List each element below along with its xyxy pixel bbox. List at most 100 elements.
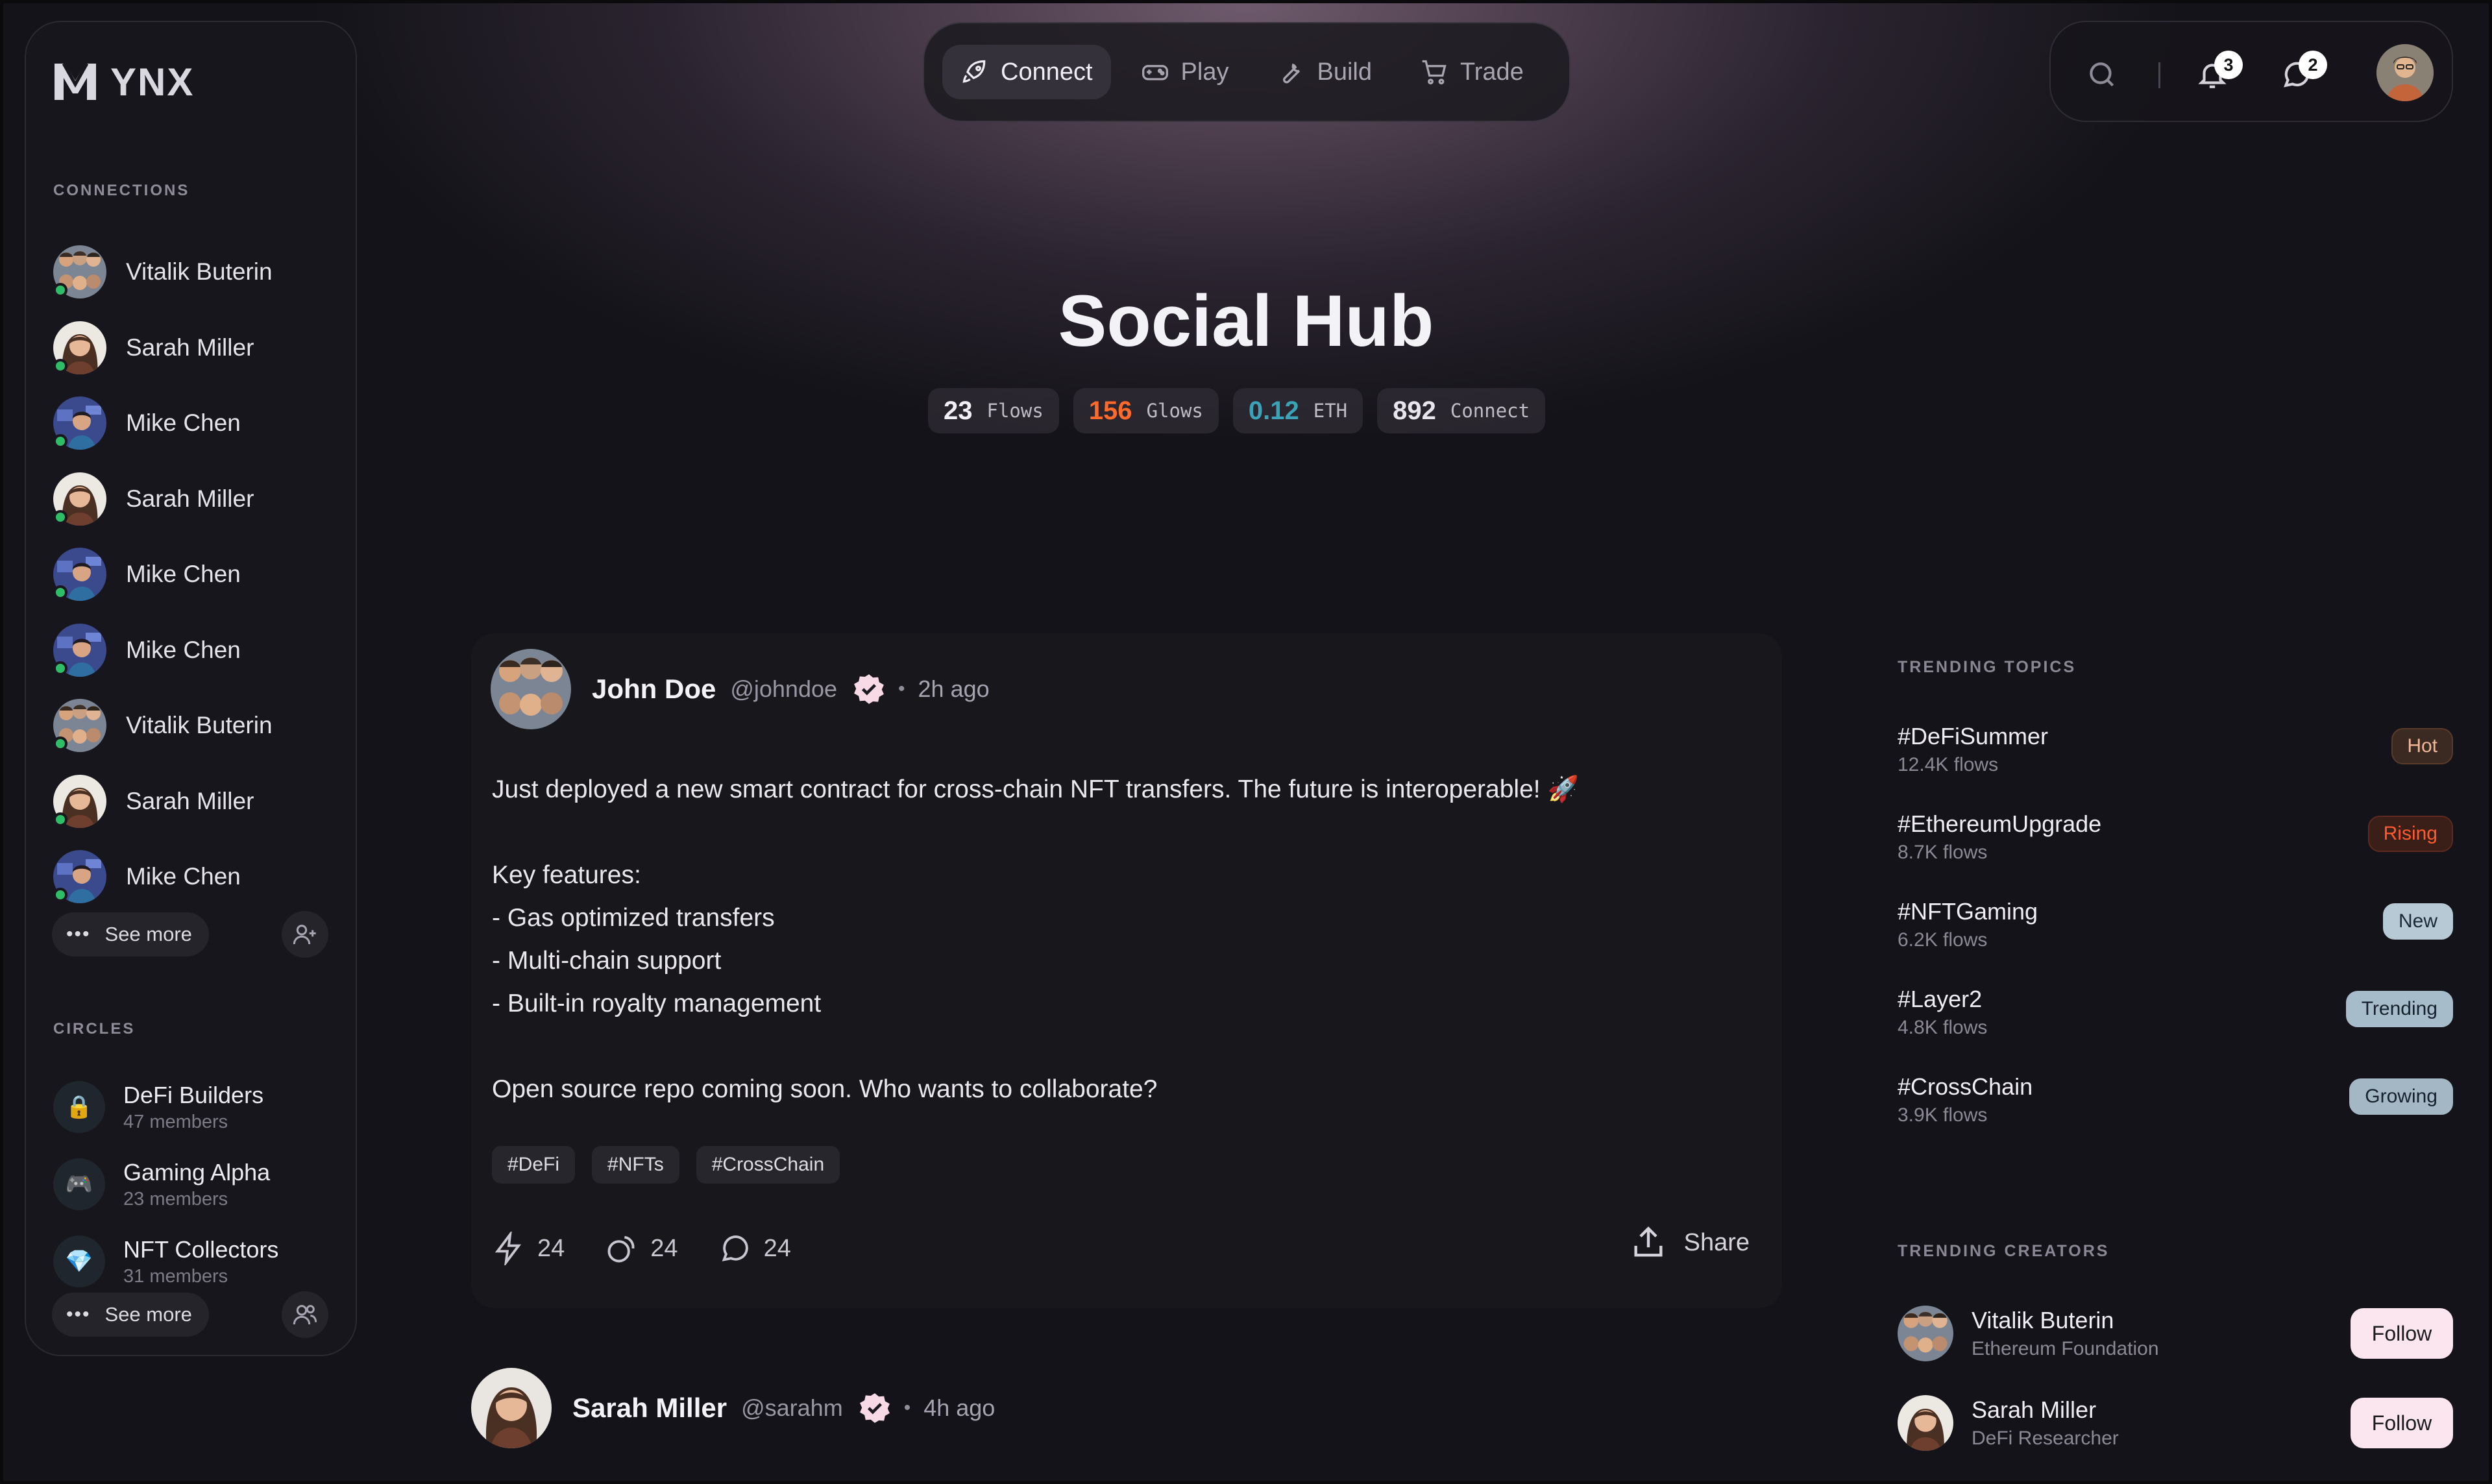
trending-topic[interactable]: #DeFiSummer 12.4K flows Hot [1898, 723, 2453, 776]
lightning-icon [495, 1232, 522, 1265]
logo-text: YNX [110, 60, 195, 104]
post2-author-avatar[interactable] [471, 1368, 552, 1448]
tab-trade[interactable]: Trade [1402, 45, 1542, 99]
connection-item[interactable]: Vitalik Buterin [53, 699, 273, 752]
trending-topics-label: TRENDING TOPICS [1898, 658, 2077, 676]
connection-item[interactable]: Mike Chen [53, 623, 241, 677]
see-more-label: See more [104, 923, 192, 945]
follow-button[interactable]: Follow [2351, 1308, 2453, 1359]
post-tag[interactable]: #DeFi [492, 1146, 576, 1184]
more-dots-icon: ••• [66, 923, 91, 945]
trending-topic[interactable]: #CrossChain 3.9K flows Growing [1898, 1073, 2453, 1126]
connections-see-more-button[interactable]: ••• See more [52, 912, 209, 956]
glow-button[interactable]: 24 [492, 1232, 565, 1265]
connection-item[interactable]: Sarah Miller [53, 774, 254, 828]
creator-name[interactable]: Sarah Miller [1972, 1396, 2119, 1424]
tab-build[interactable]: Build [1258, 45, 1390, 99]
topic-badge: Rising [2367, 816, 2453, 852]
toolbar-divider [2158, 62, 2160, 88]
circle-name: Gaming Alpha [123, 1158, 271, 1186]
stat-value: 0.12 [1248, 396, 1299, 425]
online-status-dot [53, 736, 67, 751]
page-title: Social Hub [1058, 280, 1434, 361]
sidebar: YNX CONNECTIONS Vitalik Buterin Sarah Mi… [25, 21, 357, 1356]
add-connection-button[interactable] [282, 911, 328, 958]
stats-bar: 23 Flows 156 Glows 0.12 ETH 892 Connect [928, 388, 1546, 433]
creator-name[interactable]: Vitalik Buterin [1972, 1307, 2159, 1334]
wrench-icon [1283, 63, 1301, 84]
post-timestamp: 2h ago [918, 675, 990, 702]
connection-item[interactable]: Mike Chen [53, 548, 241, 601]
comment-count: 24 [763, 1234, 791, 1262]
search-icon[interactable] [2086, 58, 2118, 91]
post-tag[interactable]: #CrossChain [696, 1146, 840, 1184]
follow-button[interactable]: Follow [2351, 1398, 2453, 1448]
trending-topic[interactable]: #EthereumUpgrade 8.7K flows Rising [1898, 810, 2453, 864]
post-card: John Doe @johndoe • 2h ago Just deployed… [471, 633, 1782, 1308]
topic-tag: #NFTGaming [1898, 898, 2038, 925]
online-status-dot [53, 812, 67, 827]
post-author-name[interactable]: John Doe [592, 674, 716, 705]
post-author-handle[interactable]: @johndoe [730, 675, 837, 703]
connection-name: Mike Chen [126, 561, 241, 587]
stat-label: Flows [986, 400, 1044, 422]
user-avatar-icon [2376, 44, 2434, 101]
creator-avatar[interactable] [1898, 1306, 1953, 1361]
post-author-avatar[interactable] [491, 649, 571, 729]
online-status-dot [53, 585, 67, 600]
notifications-button[interactable]: 3 [2196, 51, 2243, 91]
connection-avatar [53, 472, 106, 526]
separator-dot: • [903, 1397, 911, 1418]
gamepad-icon [1142, 65, 1168, 80]
verified-badge-icon [854, 674, 884, 704]
cart-icon [1422, 60, 1447, 85]
repost-button[interactable]: 24 [605, 1232, 678, 1265]
online-status-dot [53, 661, 67, 675]
circle-item[interactable]: 💎 NFT Collectors 31 members [53, 1235, 278, 1287]
user-plus-icon [293, 925, 316, 945]
connection-item[interactable]: Mike Chen [53, 850, 241, 903]
stat-chip: 892 Connect [1377, 388, 1546, 433]
messages-button[interactable]: 2 [2280, 51, 2327, 91]
post2-author-handle[interactable]: @sarahm [741, 1394, 843, 1422]
circle-icon: 💎 [53, 1235, 105, 1287]
circle-member-count: 47 members [123, 1111, 228, 1132]
topic-badge: Hot [2391, 728, 2453, 764]
manage-circles-button[interactable] [282, 1291, 328, 1338]
tab-connect[interactable]: Connect [942, 45, 1111, 99]
post2-author-name[interactable]: Sarah Miller [572, 1393, 727, 1424]
post-tag[interactable]: #NFTs [592, 1146, 679, 1184]
circle-item[interactable]: 🎮 Gaming Alpha 23 members [53, 1158, 270, 1210]
logo[interactable]: YNX [52, 58, 194, 105]
stat-chip: 23 Flows [928, 388, 1059, 433]
tab-label: Build [1317, 58, 1372, 86]
creator-avatar[interactable] [1898, 1395, 1953, 1451]
connection-avatar [53, 699, 106, 752]
group-avatar-icon [491, 649, 571, 729]
connection-item[interactable]: Mike Chen [53, 396, 241, 450]
connection-item[interactable]: Sarah Miller [53, 472, 254, 526]
tab-play[interactable]: Play [1123, 45, 1247, 99]
circles-see-more-button[interactable]: ••• See more [52, 1293, 209, 1337]
online-status-dot [53, 888, 67, 902]
circle-item[interactable]: 🔒 DeFi Builders 47 members [53, 1081, 263, 1133]
comment-button[interactable]: 24 [718, 1232, 791, 1265]
connection-name: Mike Chen [126, 409, 241, 436]
profile-avatar[interactable] [2376, 44, 2434, 101]
users-icon [293, 1305, 317, 1325]
connection-name: Vitalik Buterin [126, 712, 273, 738]
separator-dot: • [898, 678, 905, 699]
topic-badge: Trending [2345, 991, 2453, 1027]
connection-avatar [53, 396, 106, 450]
post-header-2: Sarah Miller @sarahm • 4h ago [471, 1368, 995, 1448]
connection-avatar [53, 850, 106, 903]
circle-name: NFT Collectors [123, 1235, 279, 1263]
share-label: Share [1683, 1228, 1750, 1256]
circle-name: DeFi Builders [123, 1081, 264, 1108]
share-button[interactable]: Share [1630, 1224, 1750, 1261]
connection-name: Mike Chen [126, 863, 241, 890]
trending-topic[interactable]: #NFTGaming 6.2K flows New [1898, 898, 2453, 951]
trending-topic[interactable]: #Layer2 4.8K flows Trending [1898, 986, 2453, 1039]
rocket-icon [962, 60, 986, 83]
glow-count: 24 [537, 1234, 565, 1262]
